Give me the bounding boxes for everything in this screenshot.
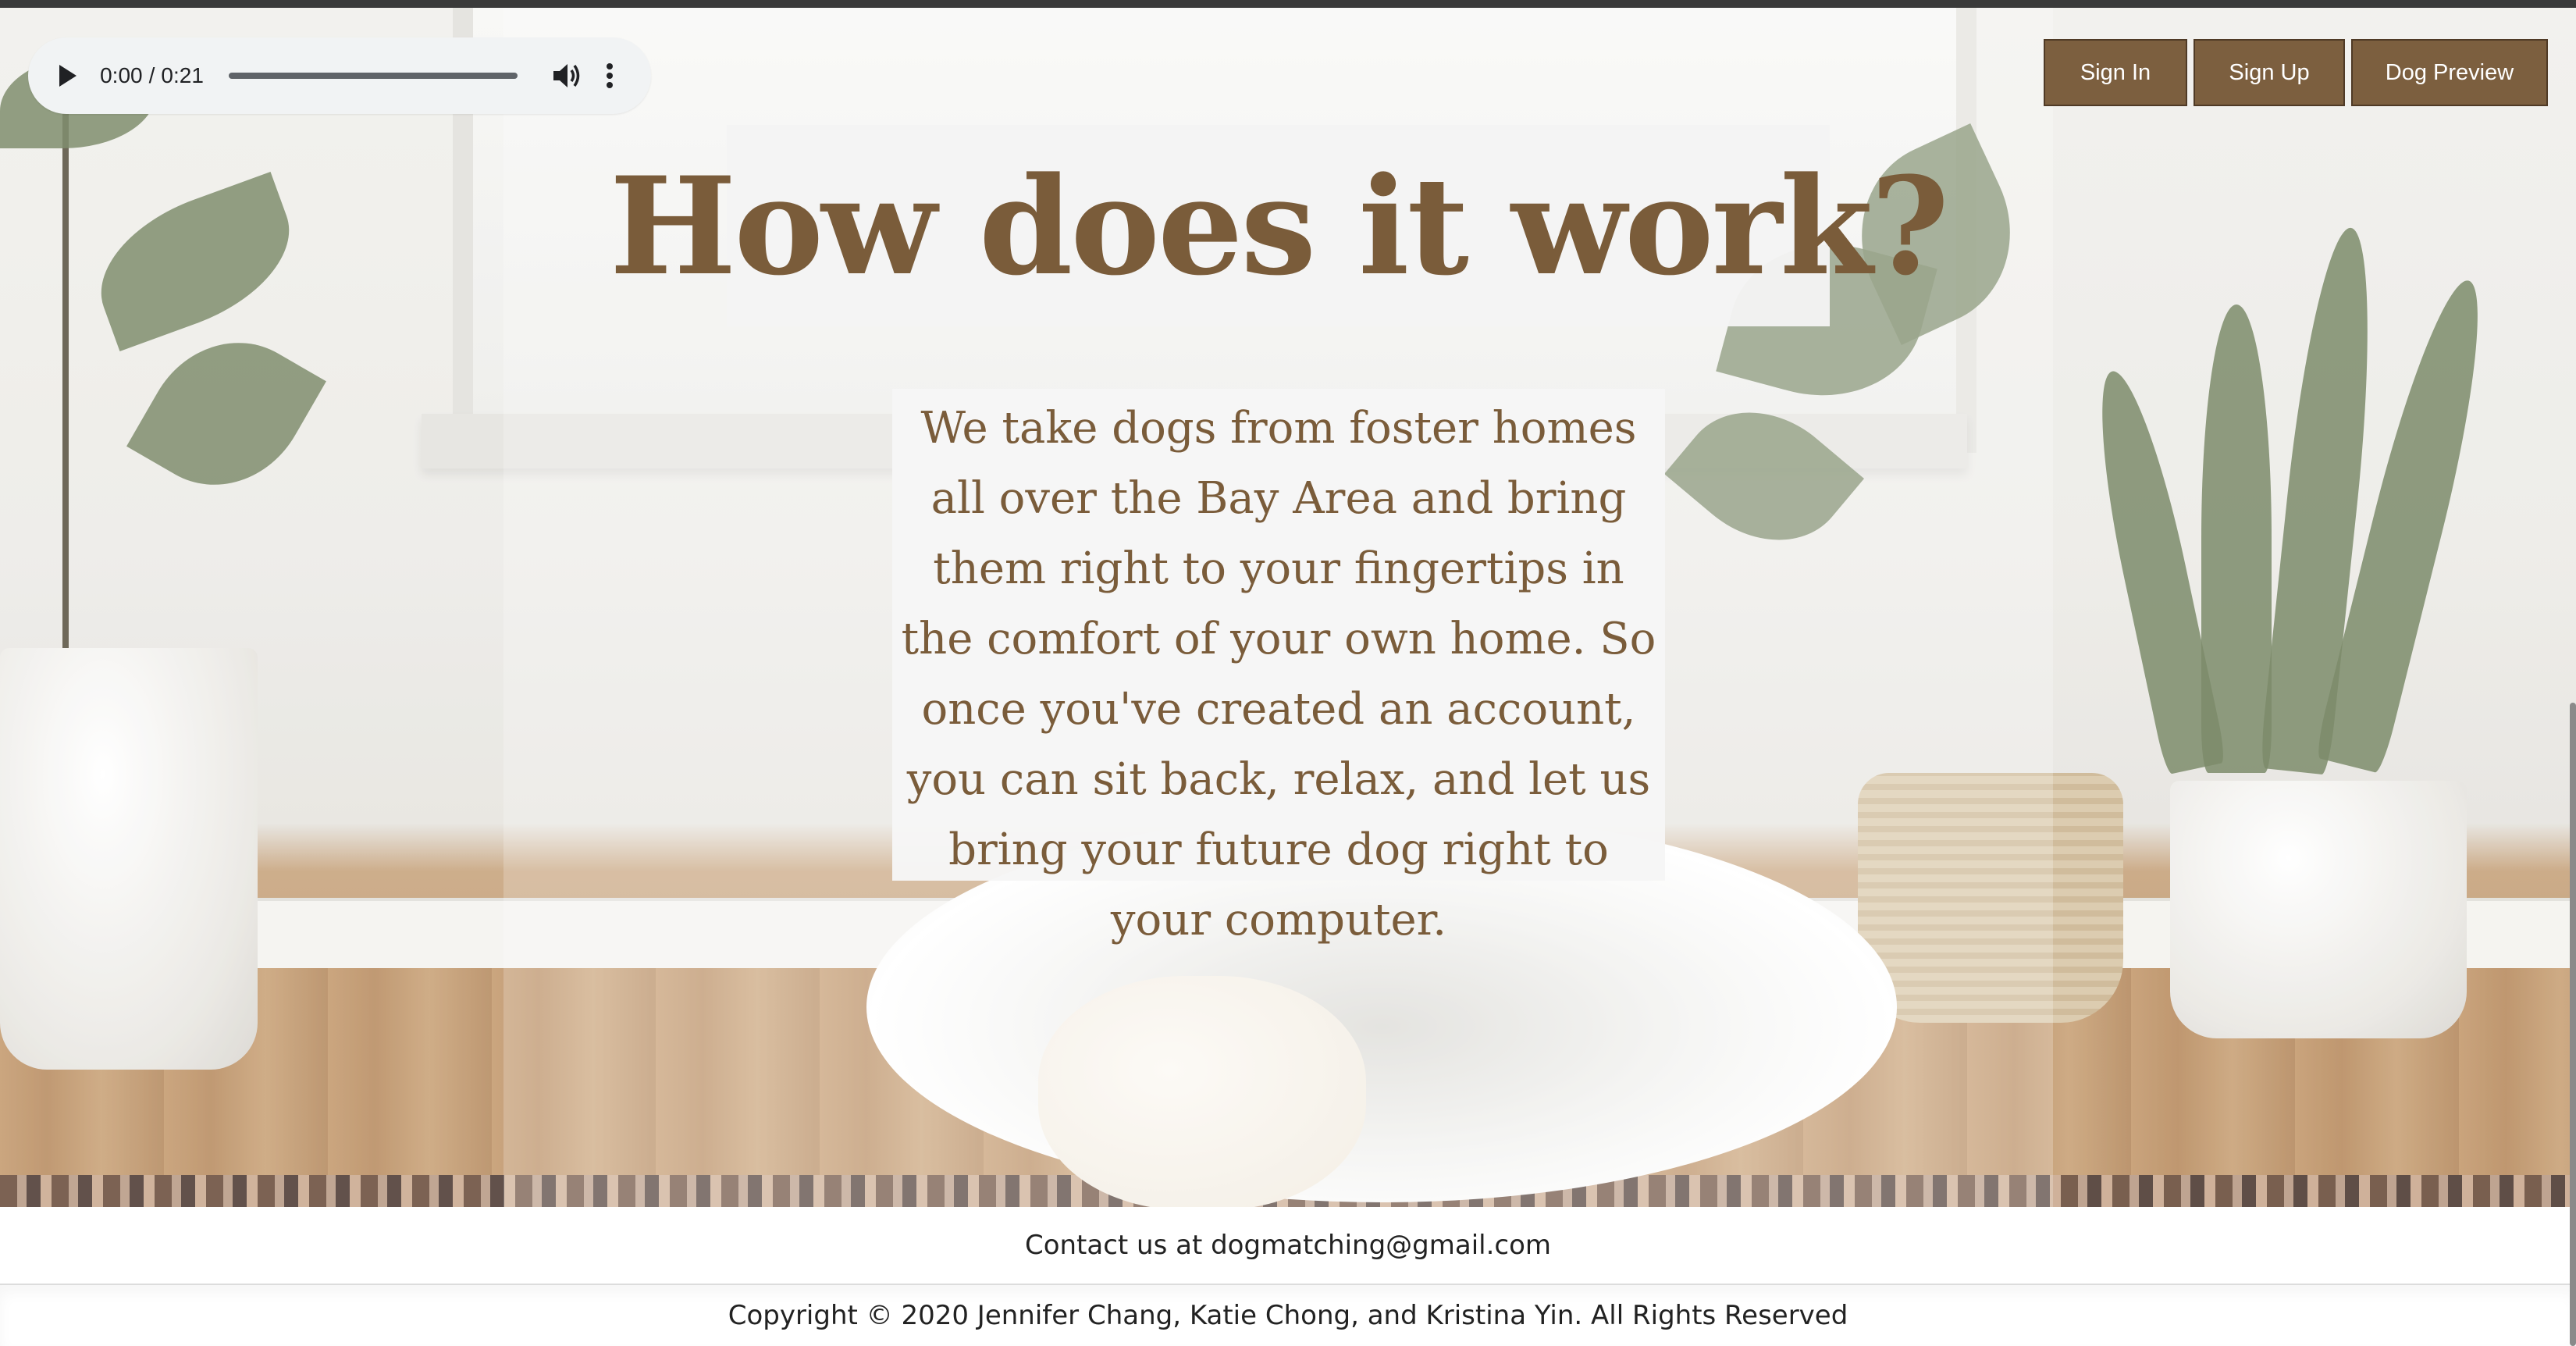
more-options-icon[interactable]	[597, 59, 623, 93]
play-icon[interactable]	[56, 60, 80, 91]
top-border	[0, 0, 2576, 8]
audio-player[interactable]: 0:00/0:21	[28, 37, 651, 114]
description-box: We take dogs from foster homes all over …	[892, 389, 1665, 945]
sign-in-button[interactable]: Sign In	[2044, 39, 2187, 106]
audio-progress-bar[interactable]	[228, 73, 518, 79]
dog-preview-button[interactable]: Dog Preview	[2351, 39, 2548, 106]
duration: 0:21	[161, 63, 204, 87]
scrollbar[interactable]	[2570, 703, 2576, 1346]
sign-up-button[interactable]: Sign Up	[2194, 39, 2345, 106]
footer-contact: Contact us at dogmatching@gmail.com	[0, 1207, 2576, 1285]
headline-box: How does it work?	[610, 125, 1949, 326]
time-separator: /	[148, 63, 155, 87]
overlay-panel	[0, 8, 503, 1207]
description-text: We take dogs from foster homes all over …	[901, 403, 1656, 945]
footer-copyright: Copyright © 2020 Jennifer Chang, Katie C…	[0, 1285, 2576, 1346]
page-title: How does it work?	[609, 146, 1949, 305]
overlay-panel	[2053, 8, 2576, 1207]
top-nav: Sign In Sign Up Dog Preview	[2044, 39, 2548, 106]
volume-icon[interactable]	[552, 59, 583, 93]
current-time: 0:00	[100, 63, 143, 87]
audio-time: 0:00/0:21	[100, 63, 204, 88]
